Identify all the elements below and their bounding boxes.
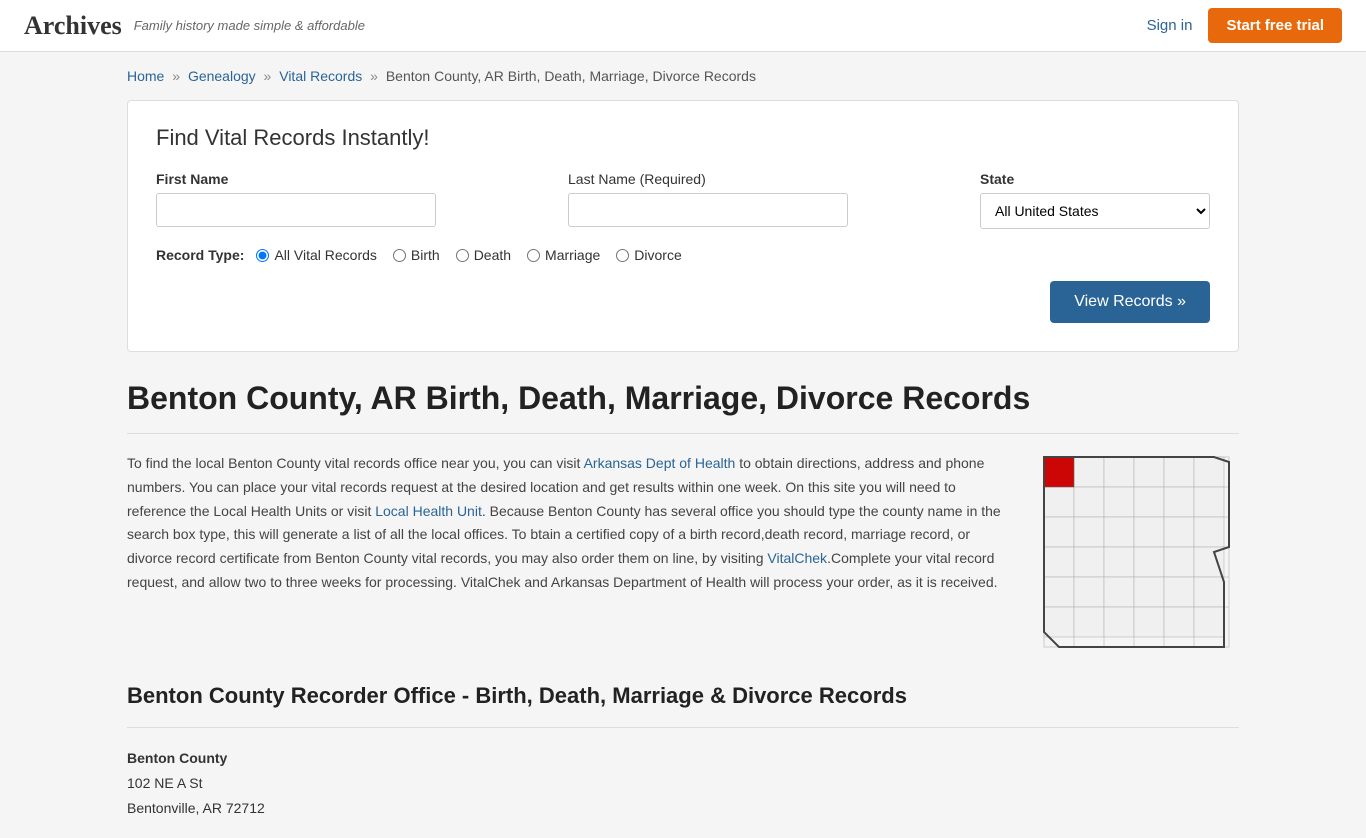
last-name-group: Last Name (Required) xyxy=(568,171,964,227)
search-box: Find Vital Records Instantly! First Name… xyxy=(127,100,1239,352)
signin-link[interactable]: Sign in xyxy=(1147,17,1193,34)
map-container xyxy=(1039,452,1239,655)
radio-birth-label[interactable]: Birth xyxy=(411,247,440,263)
header-right: Sign in Start free trial xyxy=(1147,8,1342,43)
address-line1: 102 NE A St xyxy=(127,775,203,791)
radio-marriage: Marriage xyxy=(527,247,600,263)
radio-divorce-input[interactable] xyxy=(616,249,629,262)
section2: Benton County Recorder Office - Birth, D… xyxy=(127,683,1239,822)
page-title: Benton County, AR Birth, Death, Marriage… xyxy=(127,380,1239,417)
content-paragraph: To find the local Benton County vital re… xyxy=(127,452,1015,595)
title-divider xyxy=(127,433,1239,434)
last-name-input[interactable] xyxy=(568,193,848,227)
breadcrumb-sep-2: » xyxy=(264,68,272,84)
radio-marriage-input[interactable] xyxy=(527,249,540,262)
radio-all-vital-label[interactable]: All Vital Records xyxy=(274,247,376,263)
start-trial-button[interactable]: Start free trial xyxy=(1208,8,1342,43)
first-name-label: First Name xyxy=(156,171,552,187)
breadcrumb-sep-3: » xyxy=(370,68,378,84)
radio-death: Death xyxy=(456,247,511,263)
view-records-btn-row: View Records » xyxy=(156,281,1210,323)
main-content: Home » Genealogy » Vital Records » Bento… xyxy=(103,52,1263,838)
record-type-row: Record Type: All Vital Records Birth Dea… xyxy=(156,247,1210,263)
radio-all-vital: All Vital Records xyxy=(256,247,376,263)
vitalchek-link[interactable]: VitalChek xyxy=(767,550,827,566)
state-group: State All United States Alabama Alaska A… xyxy=(980,171,1210,229)
breadcrumb: Home » Genealogy » Vital Records » Bento… xyxy=(127,68,1239,84)
breadcrumb-genealogy[interactable]: Genealogy xyxy=(188,68,256,84)
search-title: Find Vital Records Instantly! xyxy=(156,125,1210,151)
view-records-button[interactable]: View Records » xyxy=(1050,281,1210,323)
radio-marriage-label[interactable]: Marriage xyxy=(545,247,600,263)
arkansas-health-link[interactable]: Arkansas Dept of Health xyxy=(584,455,736,471)
last-name-label: Last Name (Required) xyxy=(568,171,964,187)
county-info: Benton County 102 NE A St Bentonville, A… xyxy=(127,746,1239,822)
breadcrumb-vital-records[interactable]: Vital Records xyxy=(279,68,362,84)
breadcrumb-sep-1: » xyxy=(172,68,180,84)
state-select[interactable]: All United States Alabama Alaska Arizona… xyxy=(980,193,1210,229)
first-name-group: First Name xyxy=(156,171,552,227)
logo-tagline: Family history made simple & affordable xyxy=(134,18,365,33)
content-text: To find the local Benton County vital re… xyxy=(127,452,1015,655)
section2-title: Benton County Recorder Office - Birth, D… xyxy=(127,683,1239,709)
breadcrumb-current: Benton County, AR Birth, Death, Marriage… xyxy=(386,68,756,84)
section2-divider xyxy=(127,727,1239,728)
content-area: To find the local Benton County vital re… xyxy=(127,452,1239,655)
breadcrumb-home[interactable]: Home xyxy=(127,68,164,84)
arkansas-map xyxy=(1039,452,1239,652)
radio-divorce: Divorce xyxy=(616,247,681,263)
radio-birth: Birth xyxy=(393,247,440,263)
address-line2: Bentonville, AR 72712 xyxy=(127,800,265,816)
first-name-input[interactable] xyxy=(156,193,436,227)
county-name: Benton County xyxy=(127,750,227,766)
header-left: Archives Family history made simple & af… xyxy=(24,11,365,41)
radio-birth-input[interactable] xyxy=(393,249,406,262)
radio-divorce-label[interactable]: Divorce xyxy=(634,247,681,263)
state-label: State xyxy=(980,171,1210,187)
radio-death-input[interactable] xyxy=(456,249,469,262)
radio-death-label[interactable]: Death xyxy=(474,247,511,263)
local-health-unit-link[interactable]: Local Health Unit xyxy=(375,503,482,519)
radio-all-vital-input[interactable] xyxy=(256,249,269,262)
logo: Archives xyxy=(24,11,122,41)
search-fields: First Name Last Name (Required) State Al… xyxy=(156,171,1210,229)
record-type-label: Record Type: xyxy=(156,247,244,263)
